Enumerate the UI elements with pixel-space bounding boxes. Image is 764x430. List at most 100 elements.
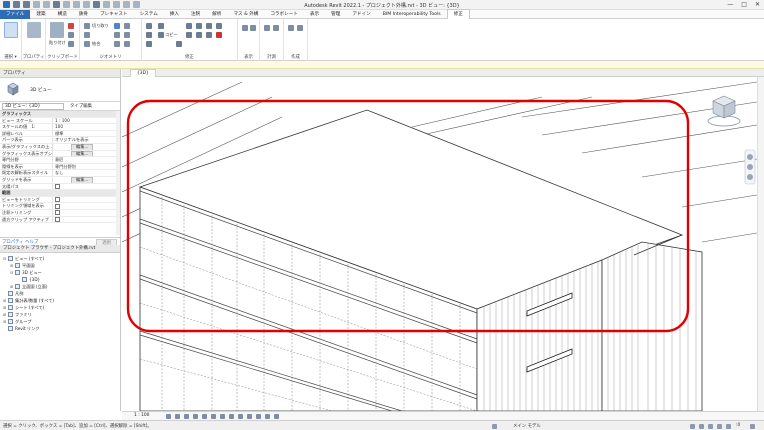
join-geometry-icon[interactable] — [84, 41, 90, 47]
property-checkbox[interactable] — [55, 197, 60, 203]
split-face-icon[interactable] — [124, 23, 130, 29]
property-value[interactable]: 編集... — [52, 150, 112, 157]
tab-architecture[interactable]: 建築 — [30, 10, 51, 19]
lock-view-icon[interactable] — [229, 414, 234, 419]
detail-level-icon[interactable] — [166, 414, 171, 419]
browser-tree-item[interactable]: ⊞ 集計表/数量 (すべて) — [0, 297, 120, 304]
minimize-button[interactable]: — — [727, 1, 733, 8]
cut-geometry-icon[interactable] — [84, 32, 90, 38]
match-icon[interactable] — [68, 41, 74, 47]
copy-icon[interactable] — [68, 32, 74, 38]
create-parts-icon[interactable] — [288, 25, 294, 31]
tab-precast[interactable]: プレキャスト — [94, 10, 134, 19]
dimension-icon[interactable] — [273, 25, 279, 31]
render-icon[interactable] — [202, 414, 207, 419]
close-button[interactable]: ✕ — [755, 1, 760, 8]
property-value[interactable]: 100 — [52, 124, 112, 130]
navigation-bar-icon[interactable] — [744, 149, 756, 185]
tab-massing-site[interactable]: マス & 外構 — [227, 10, 264, 19]
sun-path-icon[interactable] — [184, 414, 189, 419]
active-model[interactable]: メイン モデル — [513, 423, 541, 429]
property-value[interactable]: 専門分野別 — [52, 163, 112, 170]
property-value[interactable]: 1 : 100 — [52, 117, 112, 124]
property-value[interactable]: なし — [52, 170, 112, 176]
drawing-area[interactable] — [122, 77, 757, 411]
property-edit-button[interactable]: 編集... — [71, 150, 94, 157]
tab-modify[interactable]: 修正 — [446, 9, 470, 19]
temp-hide-icon[interactable] — [238, 414, 243, 419]
select-links-icon[interactable] — [690, 424, 695, 429]
browser-tree-item[interactable]: ⊟ ビュー (すべて) — [0, 255, 120, 262]
tab-insert[interactable]: 挿入 — [164, 10, 185, 19]
type-selector[interactable]: 3D ビュー — [0, 78, 120, 102]
browser-tree-item[interactable]: ⊞ シート (すべて) — [0, 304, 120, 311]
property-category[interactable]: 範囲 — [0, 190, 120, 197]
trim-icon[interactable] — [176, 41, 182, 47]
browser-tree-item[interactable]: Revit リンク — [0, 325, 120, 332]
browser-tree-item[interactable]: ⊞ グループ — [0, 318, 120, 325]
copy-label[interactable]: コピー — [165, 32, 178, 38]
property-checkbox[interactable] — [55, 184, 60, 190]
offset-icon[interactable] — [146, 41, 152, 47]
move-icon[interactable] — [146, 32, 152, 38]
browser-tree-item[interactable]: 凡例 — [0, 290, 120, 297]
highlight-displacement-icon[interactable] — [265, 414, 270, 419]
select-by-face-icon[interactable] — [717, 424, 722, 429]
tab-annotate[interactable]: 注釈 — [185, 10, 206, 19]
property-value[interactable] — [52, 203, 112, 209]
tab-systems[interactable]: システム — [134, 10, 164, 19]
properties-icon[interactable] — [27, 22, 41, 38]
tab-manage[interactable]: 管理 — [325, 10, 346, 19]
view-cube-icon[interactable] — [704, 91, 744, 131]
browser-tree-item[interactable]: ⊞ 平面図 — [0, 262, 120, 269]
scale-icon[interactable] — [196, 23, 202, 29]
unpin-icon[interactable] — [206, 32, 212, 38]
paste-icon[interactable] — [50, 22, 64, 38]
cut-icon[interactable] — [68, 23, 74, 29]
browser-tree-item[interactable]: ⊞ 立面図 (立面) — [0, 283, 120, 290]
copy-element-icon[interactable] — [158, 32, 164, 38]
property-value[interactable] — [52, 183, 112, 190]
mirror-icon[interactable] — [186, 23, 192, 29]
property-checkbox[interactable] — [55, 210, 60, 216]
property-value[interactable]: 編集... — [52, 143, 112, 150]
array-icon[interactable] — [186, 32, 192, 38]
browser-tree-item[interactable]: {3D} — [0, 276, 120, 283]
tab-structure[interactable]: 構造 — [52, 10, 73, 19]
filter-icon[interactable] — [750, 424, 755, 429]
maximize-button[interactable]: □ — [741, 1, 747, 8]
cope-icon[interactable] — [84, 23, 90, 29]
property-value[interactable] — [52, 209, 112, 216]
align-icon[interactable] — [146, 23, 152, 29]
join-label[interactable]: 結合 — [92, 41, 100, 47]
cut-label[interactable]: 切り取り — [92, 23, 109, 29]
browser-tree-item[interactable]: ⊞ ファミリ — [0, 311, 120, 318]
property-edit-button[interactable]: 編集... — [71, 143, 94, 150]
hide-icon[interactable] — [250, 25, 256, 31]
reveal-constraints-icon[interactable] — [274, 414, 279, 419]
property-checkbox[interactable] — [55, 203, 60, 209]
select-group-label[interactable]: 選択 ▾ — [0, 54, 21, 60]
property-value[interactable] — [52, 216, 112, 223]
property-category[interactable]: グラフィックス — [0, 111, 120, 118]
tab-addins[interactable]: アドイン — [346, 10, 376, 19]
select-underlay-icon[interactable] — [699, 424, 704, 429]
shadows-icon[interactable] — [193, 414, 198, 419]
select-pinned-icon[interactable] — [708, 424, 713, 429]
show-crop-icon[interactable] — [220, 414, 225, 419]
visual-style-icon[interactable] — [175, 414, 180, 419]
tab-bim-interoperability[interactable]: BIM Interoperability Tools — [377, 10, 447, 19]
reveal-hidden-icon[interactable] — [247, 414, 252, 419]
tab-collaborate[interactable]: コラボレート — [264, 10, 304, 19]
split-icon[interactable] — [196, 32, 202, 38]
tab-steel[interactable]: 鉄骨 — [73, 10, 94, 19]
unjoin-icon[interactable] — [114, 41, 120, 47]
wall-join-icon[interactable] — [114, 23, 120, 29]
modify-cursor-icon[interactable] — [4, 22, 18, 38]
remove-paint-icon[interactable] — [124, 41, 130, 47]
delete-icon[interactable] — [216, 32, 222, 38]
tab-view[interactable]: 表示 — [304, 10, 325, 19]
property-value[interactable]: 編集... — [52, 176, 112, 183]
drag-elements-icon[interactable] — [726, 424, 731, 429]
browser-tree-item[interactable]: ⊟ 3D ビュー — [0, 269, 120, 276]
